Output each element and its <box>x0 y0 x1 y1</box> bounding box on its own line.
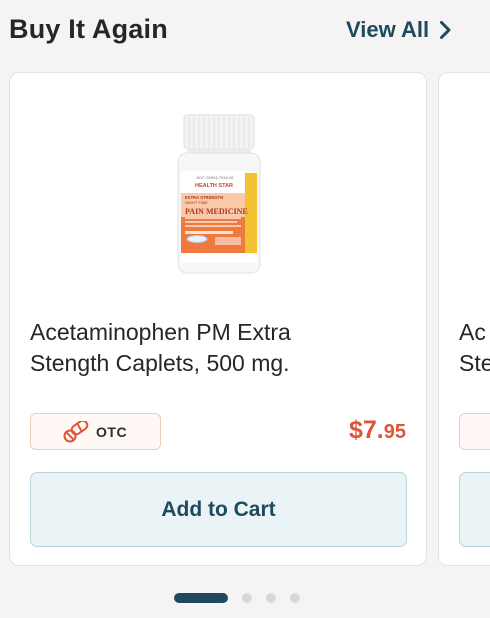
svg-text:NDC 00904-7916-06: NDC 00904-7916-06 <box>197 175 235 180</box>
chevron-right-icon <box>440 21 451 39</box>
view-all-link[interactable]: View All <box>346 17 452 43</box>
price-cents: 95 <box>383 421 406 443</box>
add-to-cart-button[interactable]: Add to Cart <box>30 472 407 547</box>
image-brand: HEALTH STAR <box>195 183 233 189</box>
product-price: $7.95 <box>349 416 406 445</box>
image-product: PAIN MEDICINE <box>185 207 248 216</box>
product-name-line2: Ste <box>459 350 490 376</box>
carousel-pagination <box>174 593 314 603</box>
product-name[interactable]: Acetaminophen PM Extra Stength Caplets, … <box>30 317 410 379</box>
pills-icon <box>63 420 89 442</box>
price-dollars: $7. <box>348 416 384 444</box>
product-image[interactable]: NDC 00904-7916-06 HEALTH STAR EXTRA STRE… <box>175 113 263 275</box>
view-all-label: View All <box>346 17 430 42</box>
product-name-line1: Ac <box>459 319 486 345</box>
otc-label: OTC <box>96 423 128 440</box>
image-tag-line2: NIGHT TIME <box>185 200 208 205</box>
section-header: Buy It Again View All <box>0 0 490 62</box>
pagination-dot[interactable] <box>266 593 276 603</box>
pagination-dot-active[interactable] <box>174 593 228 603</box>
product-name[interactable]: Ac Ste <box>459 317 490 379</box>
product-name-line2: Stength Caplets, 500 mg. <box>30 350 290 376</box>
otc-badge <box>459 413 490 450</box>
product-card[interactable]: Ac Ste <box>438 72 490 566</box>
image-count: 500 Caplets <box>185 253 209 258</box>
otc-badge: OTC <box>30 413 161 450</box>
section-title: Buy It Again <box>9 14 168 44</box>
pagination-dot[interactable] <box>242 593 252 603</box>
pagination-dot[interactable] <box>290 593 300 603</box>
product-card[interactable]: NDC 00904-7916-06 HEALTH STAR EXTRA STRE… <box>9 72 427 566</box>
add-to-cart-button[interactable] <box>459 472 490 547</box>
product-name-line1: Acetaminophen PM Extra <box>30 319 291 345</box>
product-carousel[interactable]: NDC 00904-7916-06 HEALTH STAR EXTRA STRE… <box>0 70 490 570</box>
add-to-cart-label: Add to Cart <box>161 497 276 521</box>
